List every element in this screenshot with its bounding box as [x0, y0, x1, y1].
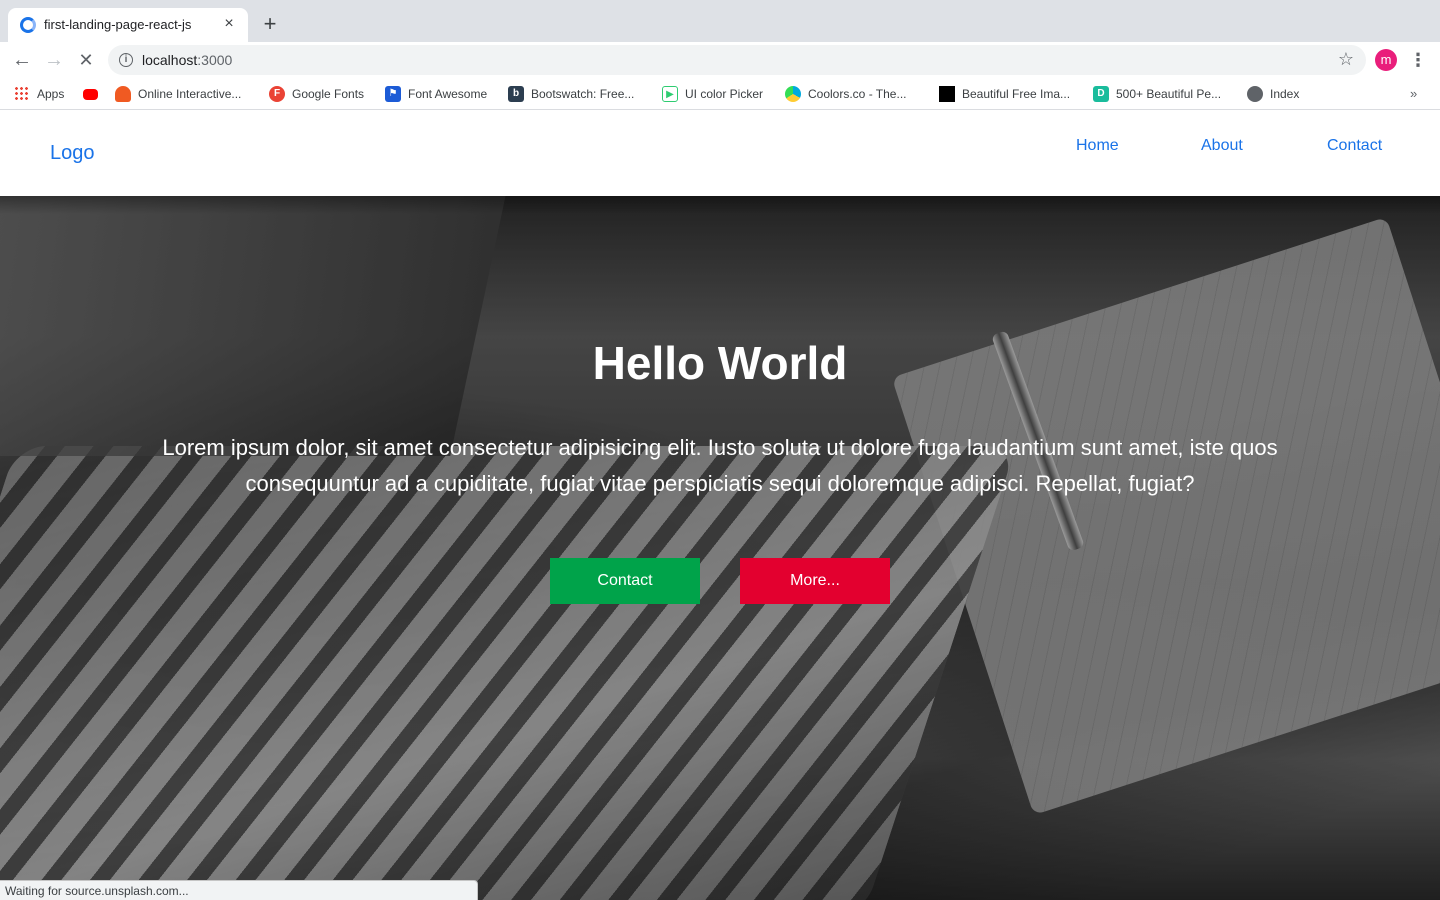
- browser-tab[interactable]: first-landing-page-react-js ×: [8, 8, 248, 42]
- site-logo[interactable]: Logo: [50, 142, 95, 165]
- browser-toolbar: ← → ✕ i localhost:3000 ☆ m ⋮: [0, 42, 1440, 78]
- globe-icon: [1247, 86, 1263, 102]
- bookmark-star-icon[interactable]: ☆: [1338, 49, 1354, 70]
- nav-link-home[interactable]: Home: [1076, 137, 1119, 155]
- back-arrow-icon[interactable]: ←: [10, 48, 34, 72]
- flame-icon: [115, 86, 131, 102]
- chevron-more-icon[interactable]: »: [1410, 86, 1417, 101]
- hero-paragraph: Lorem ipsum dolor, sit amet consectetur …: [162, 435, 1278, 496]
- bookmark-youtube[interactable]: [83, 86, 105, 102]
- info-icon[interactable]: i: [119, 53, 133, 67]
- bookmark-online-interactive[interactable]: Online Interactive...: [115, 86, 241, 102]
- bookmark-apps[interactable]: Apps: [14, 86, 64, 102]
- tab-strip: first-landing-page-react-js × +: [0, 0, 1440, 42]
- apps-grid-icon: [14, 86, 30, 102]
- d-icon: D: [1093, 86, 1109, 102]
- google-fonts-icon: F: [269, 86, 285, 102]
- bookmark-font-awesome[interactable]: ⚑ Font Awesome: [385, 86, 487, 102]
- bookmark-500-beautiful[interactable]: D 500+ Beautiful Pe...: [1093, 86, 1221, 102]
- tab-title: first-landing-page-react-js: [44, 17, 192, 32]
- address-bar[interactable]: i localhost:3000 ☆: [108, 45, 1366, 75]
- hero-title: Hello World: [592, 337, 848, 389]
- bookmark-ui-color-picker[interactable]: ▶ UI color Picker: [662, 86, 763, 102]
- close-tab-icon[interactable]: ×: [220, 15, 238, 33]
- coolors-icon: [785, 86, 801, 102]
- stop-loading-icon[interactable]: ✕: [74, 48, 98, 72]
- kebab-menu-icon[interactable]: ⋮: [1408, 48, 1428, 72]
- bookmark-index[interactable]: Index: [1247, 86, 1299, 102]
- nav-link-contact[interactable]: Contact: [1327, 137, 1382, 155]
- bookmark-google-fonts[interactable]: F Google Fonts: [269, 86, 364, 102]
- bookmarks-bar: Apps Online Interactive... F Google Font…: [0, 78, 1440, 110]
- site-navbar: Logo Home About Contact: [0, 111, 1440, 196]
- status-bar: Waiting for source.unsplash.com...: [0, 880, 478, 900]
- profile-avatar[interactable]: m: [1375, 49, 1397, 71]
- bookmark-bootswatch[interactable]: b Bootswatch: Free...: [508, 86, 634, 102]
- nav-link-about[interactable]: About: [1201, 137, 1243, 155]
- loading-favicon-icon: [20, 17, 36, 33]
- more-button[interactable]: More...: [740, 558, 890, 604]
- new-tab-button[interactable]: +: [258, 12, 282, 36]
- hero-content: Hello World Lorem ipsum dolor, sit amet …: [0, 196, 1440, 900]
- forward-arrow-icon[interactable]: →: [42, 48, 66, 72]
- bookmark-unsplash[interactable]: Beautiful Free Ima...: [939, 86, 1070, 102]
- hero-section: Hello World Lorem ipsum dolor, sit amet …: [0, 176, 1440, 900]
- contact-button[interactable]: Contact: [550, 558, 700, 604]
- unsplash-icon: [939, 86, 955, 102]
- bookmark-coolors[interactable]: Coolors.co - The...: [785, 86, 906, 102]
- page-viewport: Logo Home About Contact Hello World Lore…: [0, 111, 1440, 900]
- youtube-icon: [83, 88, 98, 100]
- flag-icon: ⚑: [385, 86, 401, 102]
- bootswatch-icon: b: [508, 86, 524, 102]
- play-icon: ▶: [662, 86, 678, 102]
- url-text[interactable]: localhost:3000: [142, 52, 232, 68]
